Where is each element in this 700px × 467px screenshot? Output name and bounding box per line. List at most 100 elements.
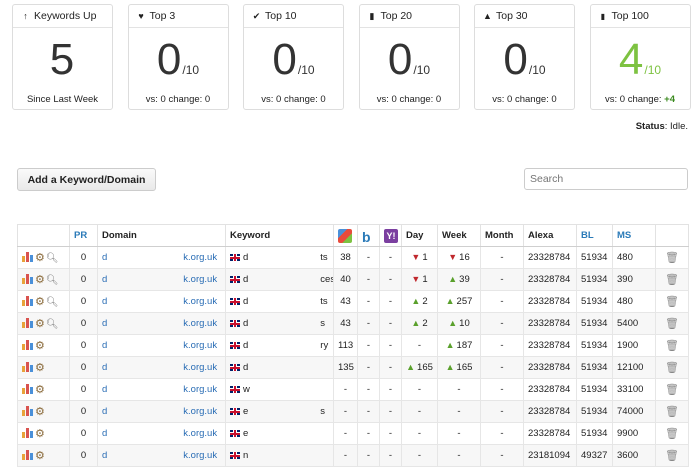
chart-icon[interactable] bbox=[22, 318, 33, 328]
table-row: ⚙🔍︎0dk.org.ukdces40--▼1▲39-2332878451934… bbox=[17, 268, 689, 291]
trash-icon[interactable]: 🗑︎ bbox=[665, 428, 679, 440]
arrow-up-icon: ▲ bbox=[411, 296, 421, 306]
gear-icon[interactable]: ⚙ bbox=[35, 362, 45, 374]
cell-month: - bbox=[480, 334, 524, 357]
trash-icon[interactable]: 🗑︎ bbox=[665, 450, 679, 462]
col-ms[interactable]: MS bbox=[612, 224, 656, 247]
domain-end[interactable]: k.org.uk bbox=[183, 318, 217, 329]
domain-end[interactable]: k.org.uk bbox=[183, 450, 217, 461]
trash-icon[interactable]: 🗑︎ bbox=[665, 384, 679, 396]
cell-domain[interactable]: d k.org.uk bbox=[97, 312, 226, 335]
chart-icon[interactable] bbox=[22, 428, 33, 438]
col-day[interactable]: Day bbox=[401, 224, 438, 247]
card-header: ▲ Top 30 bbox=[475, 5, 574, 28]
row-actions: ⚙🔍︎ bbox=[17, 268, 70, 291]
cell-domain[interactable]: d k.org.uk bbox=[97, 400, 226, 423]
cell-keyword: w bbox=[225, 378, 334, 401]
cell-domain[interactable]: d k.org.uk bbox=[97, 290, 226, 313]
trash-icon[interactable]: 🗑︎ bbox=[665, 362, 679, 374]
cell-domain[interactable]: d k.org.uk bbox=[97, 444, 226, 467]
gear-icon[interactable]: ⚙ bbox=[35, 340, 45, 352]
domain-end[interactable]: k.org.uk bbox=[183, 340, 217, 351]
chart-icon[interactable] bbox=[22, 340, 33, 350]
chart-icon[interactable] bbox=[22, 450, 33, 460]
table-row: ⚙ 0 d k.org.uk w - - - - - -23328784 51934 33100 🗑︎ bbox=[17, 378, 689, 401]
gear-icon[interactable]: ⚙ bbox=[35, 318, 45, 330]
domain-end[interactable]: k.org.uk bbox=[183, 406, 217, 417]
trash-icon[interactable]: 🗑︎ bbox=[665, 406, 679, 418]
col-week[interactable]: Week bbox=[437, 224, 481, 247]
domain-end[interactable]: k.org.uk bbox=[183, 252, 217, 263]
trash-icon[interactable]: 🗑︎ bbox=[665, 296, 679, 308]
cell-domain[interactable]: d k.org.uk bbox=[97, 422, 226, 445]
card-denominator: /10 bbox=[297, 63, 315, 77]
col-bing[interactable]: b bbox=[357, 224, 380, 247]
keyword-start: d bbox=[243, 274, 249, 285]
domain-start[interactable]: d bbox=[102, 274, 107, 285]
chart-icon[interactable] bbox=[22, 362, 33, 372]
domain-end[interactable]: k.org.uk bbox=[183, 362, 217, 373]
domain-start[interactable]: d bbox=[102, 296, 107, 307]
chart-icon[interactable] bbox=[22, 384, 33, 394]
domain-start[interactable]: d bbox=[102, 252, 107, 263]
cell-alexa: 23328784 bbox=[523, 312, 577, 335]
domain-end[interactable]: k.org.uk bbox=[183, 296, 217, 307]
search-icon[interactable]: 🔍︎ bbox=[46, 297, 59, 308]
col-month[interactable]: Month bbox=[480, 224, 524, 247]
search-icon[interactable]: 🔍︎ bbox=[46, 275, 59, 286]
trash-icon[interactable]: 🗑︎ bbox=[665, 252, 679, 264]
table-row: ⚙ 0 d k.org.uk d 135- - ▲ 165 ▲ 165-23328784 51934 1… bbox=[17, 356, 689, 379]
gear-icon[interactable]: ⚙ bbox=[35, 428, 45, 440]
cell-domain[interactable]: d k.org.uk bbox=[97, 268, 226, 291]
trash-icon[interactable]: 🗑︎ bbox=[665, 274, 679, 286]
domain-end[interactable]: k.org.uk bbox=[183, 428, 217, 439]
chart-icon[interactable] bbox=[22, 274, 33, 284]
col-bl[interactable]: BL bbox=[576, 224, 613, 247]
day-value: 1 bbox=[422, 252, 428, 263]
gear-icon[interactable]: ⚙ bbox=[35, 252, 45, 264]
keyword-end: s bbox=[320, 318, 326, 329]
card-sub: vs: 0 change: 0 bbox=[145, 94, 211, 105]
card-header: ↑ Keywords Up bbox=[13, 5, 112, 28]
gear-icon[interactable]: ⚙ bbox=[35, 406, 45, 418]
card-value: 0/10 bbox=[360, 38, 459, 92]
cell-domain[interactable]: d k.org.uk bbox=[97, 378, 226, 401]
domain-start[interactable]: d bbox=[102, 362, 107, 373]
domain-start[interactable]: d bbox=[102, 428, 107, 439]
domain-start[interactable]: d bbox=[102, 318, 107, 329]
gear-icon[interactable]: ⚙ bbox=[35, 274, 45, 286]
chart-icon[interactable] bbox=[22, 296, 33, 306]
cell-domain[interactable]: d k.org.uk bbox=[97, 334, 226, 357]
cell-delete: 🗑︎ bbox=[655, 356, 689, 379]
trash-icon[interactable]: 🗑︎ bbox=[665, 318, 679, 330]
domain-start[interactable]: d bbox=[102, 384, 107, 395]
col-yahoo[interactable]: Y! bbox=[379, 224, 402, 247]
gear-icon[interactable]: ⚙ bbox=[35, 450, 45, 462]
cell-domain[interactable]: d k.org.uk bbox=[97, 246, 226, 269]
col-domain[interactable]: Domain bbox=[97, 224, 226, 247]
add-keyword-domain-button[interactable]: Add a Keyword/Domain bbox=[17, 168, 156, 191]
cell-bl: 51934 bbox=[576, 312, 613, 335]
domain-end[interactable]: k.org.uk bbox=[183, 384, 217, 395]
cell-bl: 51934 bbox=[576, 400, 613, 423]
search-icon[interactable]: 🔍︎ bbox=[46, 319, 59, 330]
domain-start[interactable]: d bbox=[102, 450, 107, 461]
bookmark-icon: ▮ bbox=[369, 11, 375, 21]
trash-icon[interactable]: 🗑︎ bbox=[665, 340, 679, 352]
gear-icon[interactable]: ⚙ bbox=[35, 296, 45, 308]
domain-end[interactable]: k.org.uk bbox=[183, 274, 217, 285]
cell-week: - bbox=[437, 422, 481, 445]
col-pr[interactable]: PR bbox=[69, 224, 98, 247]
domain-start[interactable]: d bbox=[102, 406, 107, 417]
gear-icon[interactable]: ⚙ bbox=[35, 384, 45, 396]
col-keyword[interactable]: Keyword bbox=[225, 224, 334, 247]
domain-start[interactable]: d bbox=[102, 340, 107, 351]
cell-domain[interactable]: d k.org.uk bbox=[97, 356, 226, 379]
cell-week: - bbox=[437, 444, 481, 467]
col-alexa[interactable]: Alexa bbox=[523, 224, 577, 247]
chart-icon[interactable] bbox=[22, 406, 33, 416]
col-google[interactable] bbox=[333, 224, 358, 247]
search-icon[interactable]: 🔍︎ bbox=[46, 253, 59, 264]
search-input[interactable] bbox=[524, 168, 688, 190]
chart-icon[interactable] bbox=[22, 252, 33, 262]
